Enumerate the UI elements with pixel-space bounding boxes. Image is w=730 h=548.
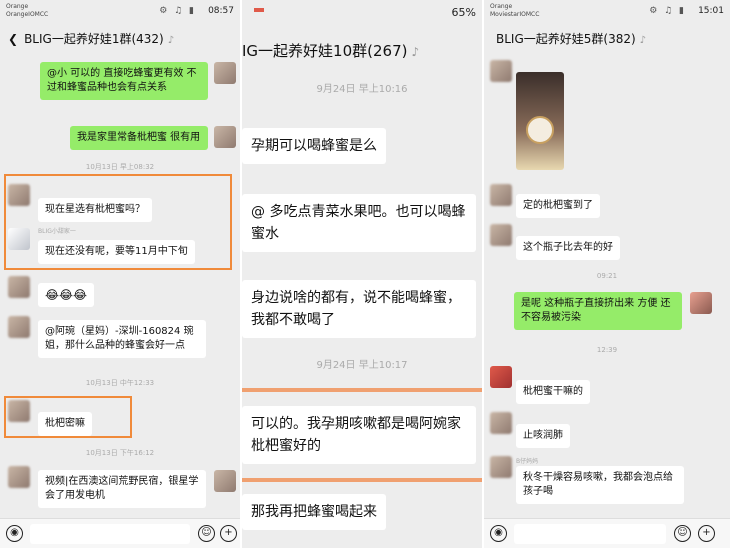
avatar[interactable] (490, 412, 512, 434)
message-bubble[interactable]: 枇杷密嘛 (38, 412, 92, 436)
timestamp: 10月13日 早上08:32 (85, 163, 155, 171)
status-bar: 65% (242, 0, 482, 22)
bottle-label-icon (526, 116, 554, 144)
message-bubble[interactable]: @阿琬（星妈）-深圳-160824 琬姐，那什么品种的蜂蜜会好一点 (38, 320, 206, 358)
message-bubble[interactable]: 现在星选有枇杷蜜吗？ (38, 198, 152, 222)
chat-title-bar: IG一起养好娃10群(267) ♪ (242, 40, 482, 61)
clock: 08:57 (208, 6, 234, 16)
notification-icon (254, 8, 264, 12)
emoji-icon[interactable]: ☺ (674, 525, 691, 542)
message-bubble[interactable]: 止咳润肺 (516, 424, 570, 448)
message-bubble[interactable]: 那我再把蜂蜜喝起来 (242, 494, 386, 530)
avatar[interactable] (214, 62, 236, 84)
timestamp: 9月24日 早上10:17 (316, 360, 408, 371)
clock: 15:01 (698, 6, 724, 16)
divider (242, 388, 482, 392)
avatar[interactable] (490, 184, 512, 206)
message-bubble[interactable]: 我是家里常备枇杷蜜 很有用 (70, 126, 208, 150)
message-input[interactable] (514, 524, 666, 544)
avatar[interactable] (690, 292, 712, 314)
operator-label: Orange MoviestarIOMCC (490, 3, 540, 18)
avatar[interactable] (214, 470, 236, 492)
operator-label: Orange OrangeIOMCC (6, 3, 49, 18)
timestamp: 10月13日 中午12:33 (85, 379, 155, 387)
avatar[interactable] (490, 60, 512, 82)
avatar[interactable] (8, 400, 30, 422)
timestamp: 09:21 (596, 272, 618, 280)
avatar[interactable] (490, 366, 512, 388)
message-bubble[interactable]: 枇杷蜜干嘛的 (516, 380, 590, 404)
mute-icon: ♪ (167, 35, 175, 46)
mute-icon: ♪ (639, 35, 647, 46)
mute-icon: ♪ (411, 45, 420, 59)
sender-nickname: BLIG小甜家一 (38, 228, 76, 235)
group-title: BLIG一起养好娃1群(432) (24, 32, 164, 46)
chat-panel-1: Orange OrangeIOMCC ⚙ ♫ ▮ 08:57 ❮ BLIG一起养好娃… (0, 0, 240, 548)
status-bar: Orange MoviestarIOMCC ⚙ ♫ ▮ 15:01 (484, 0, 730, 22)
emoji-icon[interactable]: ☺ (198, 525, 215, 542)
avatar[interactable] (8, 184, 30, 206)
message-bubble[interactable]: @ 多吃点青菜水果吧。也可以喝蜂蜜水 (242, 194, 476, 252)
message-bubble[interactable]: 可以的。我孕期咳嗽都是喝阿婉家枇杷蜜好的 (242, 406, 476, 464)
timestamp: 10月13日 下午16:12 (85, 449, 155, 457)
chat-title-bar: ❮ BLIG一起养好娃1群(432) ♪ (0, 30, 240, 47)
avatar[interactable] (8, 466, 30, 488)
back-icon[interactable]: ❮ (8, 32, 18, 46)
message-input[interactable] (30, 524, 190, 544)
message-bubble[interactable]: 定的枇杷蜜到了 (516, 194, 600, 218)
chat-title-bar: BLIG一起养好娃5群(382) ♪ (496, 30, 730, 47)
plus-icon[interactable]: + (220, 525, 237, 542)
bottle-photo[interactable] (516, 72, 564, 170)
group-title: BLIG一起养好娃5群(382) (496, 32, 636, 46)
message-bubble[interactable]: 是呢 这种瓶子直接挤出来 方便 还不容易被污染 (514, 292, 682, 330)
message-bubble[interactable]: 这个瓶子比去年的好 (516, 236, 620, 260)
input-bar: ◉ ☺ + (484, 518, 730, 548)
status-bar: Orange OrangeIOMCC ⚙ ♫ ▮ 08:57 (0, 0, 240, 22)
group-title: IG一起养好娃10群(267) (242, 42, 408, 60)
message-bubble[interactable]: 视频|在西澳这间荒野民宿，银星学会了用发电机 (38, 470, 206, 508)
message-bubble[interactable]: 现在还没有呢，要等11月中下旬 (38, 240, 195, 264)
voice-icon[interactable]: ◉ (490, 525, 507, 542)
avatar[interactable] (8, 228, 30, 250)
status-icons: ⚙ ♫ ▮ (159, 6, 196, 16)
sender-nickname: B仔妈妈 (516, 458, 539, 465)
avatar[interactable] (8, 276, 30, 298)
chat-panel-2: 65% IG一起养好娃10群(267) ♪ 9月24日 早上10:16 孕期可以喝… (242, 0, 482, 548)
input-bar: ◉ ☺ + (0, 518, 240, 548)
message-bubble[interactable]: @小 可以的 直接吃蜂蜜更有效 不过和蜂蜜品种也会有点关系 (40, 62, 208, 100)
plus-icon[interactable]: + (698, 525, 715, 542)
status-icons: ⚙ ♫ ▮ (649, 6, 686, 16)
voice-icon[interactable]: ◉ (6, 525, 23, 542)
divider (242, 478, 482, 482)
avatar[interactable] (490, 456, 512, 478)
message-bubble[interactable]: 孕期可以喝蜂蜜是么 (242, 128, 386, 164)
timestamp: 12:39 (596, 346, 618, 354)
avatar[interactable] (214, 126, 236, 148)
message-bubble[interactable]: 秋冬干燥容易咳嗽，我都会泡点给孩子喝 (516, 466, 684, 504)
chat-panel-3: Orange MoviestarIOMCC ⚙ ♫ ▮ 15:01 BLIG一起养… (484, 0, 730, 548)
emoji-message[interactable]: 😂😂😂 (38, 283, 95, 307)
message-bubble[interactable]: 身边说啥的都有，说不能喝蜂蜜，我都不敢喝了 (242, 280, 476, 338)
timestamp: 9月24日 早上10:16 (316, 84, 408, 95)
avatar[interactable] (490, 224, 512, 246)
avatar[interactable] (8, 316, 30, 338)
battery-level: 65% (451, 6, 476, 19)
